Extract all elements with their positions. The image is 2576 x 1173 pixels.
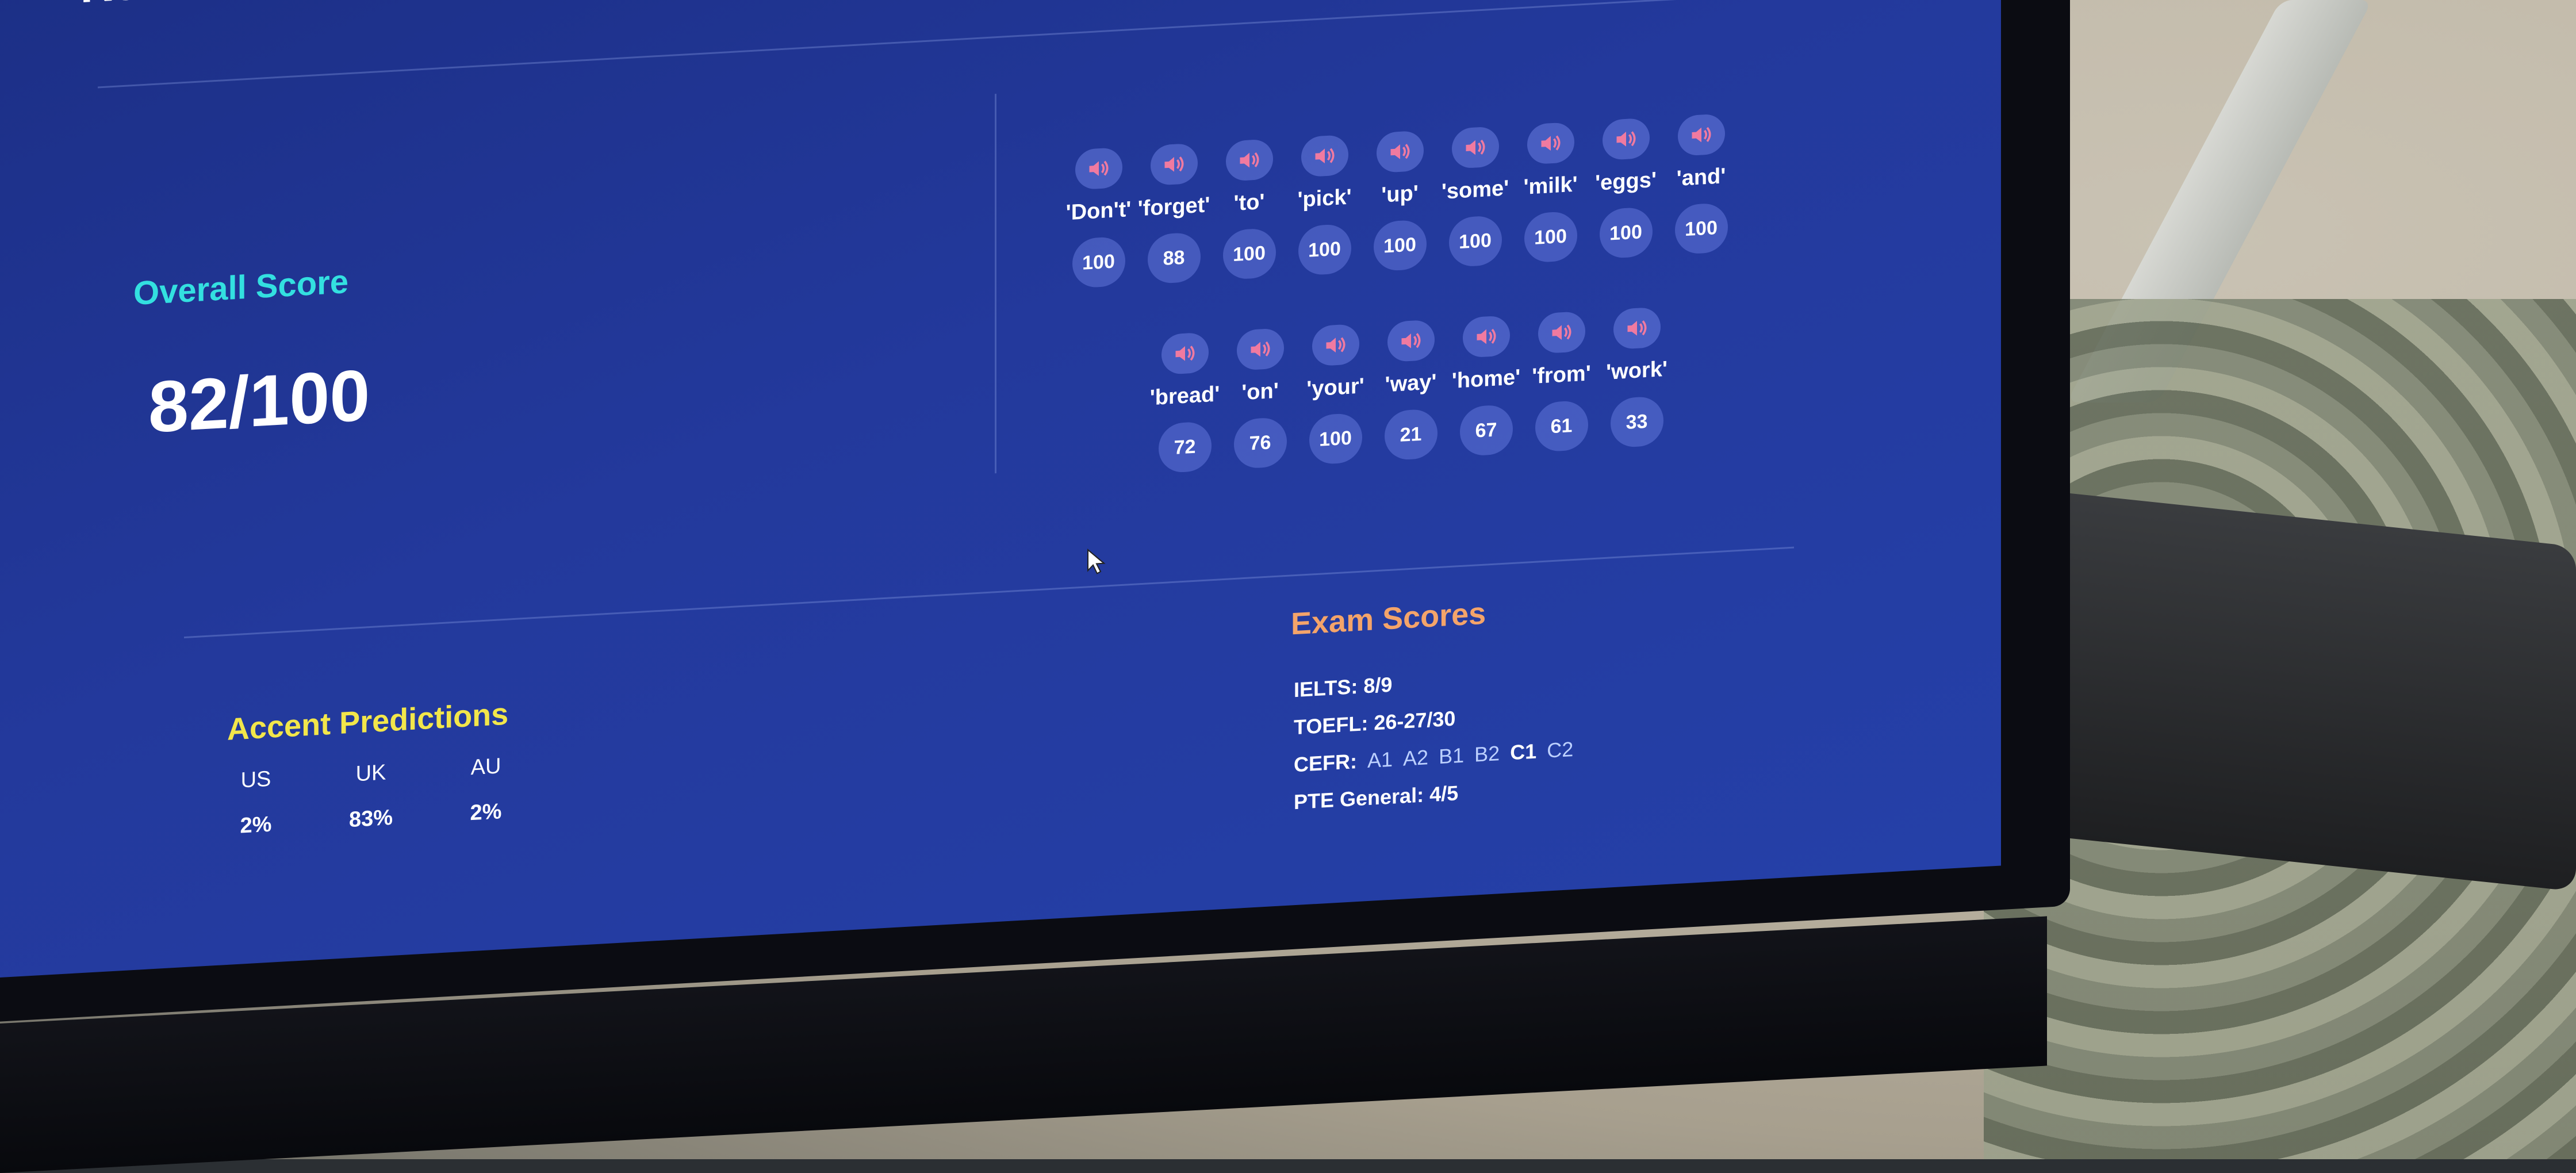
word-label: 'pick' bbox=[1297, 185, 1352, 212]
word-item: 'some' 100 bbox=[1438, 125, 1513, 268]
word-item: 'Don't' 100 bbox=[1061, 147, 1136, 289]
vertical-divider bbox=[995, 94, 996, 474]
accent-percentage: 83% bbox=[348, 805, 393, 833]
overall-score-value: 82/100 bbox=[148, 354, 370, 448]
word-item: 'work' 33 bbox=[1599, 306, 1674, 448]
word-item: 'your' 100 bbox=[1298, 323, 1373, 465]
accent-column: UK 83% bbox=[348, 760, 393, 833]
word-label: 'from' bbox=[1532, 361, 1591, 389]
word-score-badge: 61 bbox=[1535, 400, 1588, 453]
page-title: Results bbox=[80, 0, 247, 13]
word-scores-row-2: 'bread' 72'on' 76'your' 100'way' 21'home' 67 '… bbox=[1147, 306, 1674, 474]
word-item: 'from' 61 bbox=[1524, 310, 1599, 453]
speaker-icon[interactable] bbox=[1312, 323, 1359, 367]
accent-label: AU bbox=[470, 754, 501, 780]
cefr-level: A1 bbox=[1367, 747, 1393, 773]
word-label: 'forget' bbox=[1137, 193, 1210, 221]
word-score-badge: 33 bbox=[1610, 396, 1663, 448]
word-label: 'to' bbox=[1233, 190, 1265, 216]
word-item: 'on' 76 bbox=[1222, 327, 1298, 470]
word-item: 'milk' 100 bbox=[1513, 121, 1588, 264]
word-label: 'work' bbox=[1606, 356, 1667, 385]
word-score-badge: 72 bbox=[1158, 421, 1212, 474]
exam-ielts: IELTS: 8/9 bbox=[1294, 672, 1393, 702]
word-score-badge: 100 bbox=[1674, 202, 1728, 255]
word-item: 'and' 100 bbox=[1663, 113, 1739, 255]
word-label: 'up' bbox=[1381, 181, 1419, 208]
word-label: 'on' bbox=[1241, 378, 1279, 405]
speaker-icon[interactable] bbox=[1150, 143, 1198, 186]
cefr-level: B1 bbox=[1439, 743, 1465, 769]
cefr-level: A2 bbox=[1403, 745, 1429, 770]
word-score-badge: 100 bbox=[1448, 214, 1502, 268]
word-score-badge: 76 bbox=[1233, 416, 1287, 470]
cefr-level: C1 bbox=[1510, 739, 1537, 765]
speaker-icon[interactable] bbox=[1387, 319, 1435, 363]
accent-percentage: 2% bbox=[240, 812, 272, 838]
results-screen: Results Overall Score 82/100 'Don't'100'… bbox=[0, 0, 2001, 978]
accent-label: US bbox=[240, 766, 271, 793]
word-score-badge: 100 bbox=[1222, 227, 1276, 281]
divider-middle bbox=[184, 546, 1794, 639]
divider-top bbox=[98, 0, 1817, 89]
word-label: 'way' bbox=[1385, 370, 1437, 397]
accent-predictions-table: US 2% UK 83% AU 2% bbox=[236, 754, 506, 839]
word-item: 'pick' 100 bbox=[1287, 134, 1362, 277]
cefr-levels: A1 A2 B1 B2 C1 C2 bbox=[1357, 737, 1573, 773]
cefr-label: CEFR: bbox=[1294, 749, 1357, 777]
word-item: 'way' 21 bbox=[1373, 319, 1448, 461]
speaker-icon[interactable] bbox=[1161, 332, 1209, 375]
accent-label: UK bbox=[355, 760, 386, 787]
speaker-icon[interactable] bbox=[1527, 121, 1574, 165]
speaker-icon[interactable] bbox=[1462, 315, 1510, 358]
overall-score-label: Overall Score bbox=[133, 263, 348, 313]
word-score-badge: 67 bbox=[1459, 404, 1513, 457]
word-score-badge: 100 bbox=[1599, 206, 1653, 259]
word-item: 'eggs' 100 bbox=[1588, 117, 1663, 259]
word-label: 'milk' bbox=[1523, 172, 1578, 200]
word-label: 'some' bbox=[1441, 176, 1509, 204]
word-score-badge: 100 bbox=[1524, 210, 1577, 263]
background-device bbox=[2024, 488, 2576, 892]
speaker-icon[interactable] bbox=[1538, 310, 1585, 354]
accent-percentage: 2% bbox=[470, 799, 502, 826]
cefr-level: C2 bbox=[1547, 737, 1574, 762]
speaker-icon[interactable] bbox=[1301, 134, 1348, 178]
word-label: 'home' bbox=[1451, 365, 1521, 393]
accent-predictions-title: Accent Predictions bbox=[227, 696, 509, 747]
word-score-badge: 100 bbox=[1298, 223, 1351, 276]
word-item: 'home' 67 bbox=[1448, 315, 1524, 457]
exam-pte: PTE General: 4/5 bbox=[1294, 781, 1459, 814]
word-item: 'up' 100 bbox=[1362, 129, 1438, 272]
accent-column: AU 2% bbox=[466, 754, 506, 826]
word-label: 'Don't' bbox=[1065, 197, 1132, 225]
speaker-icon[interactable] bbox=[1075, 147, 1122, 190]
word-label: 'and' bbox=[1676, 164, 1726, 191]
exam-scores-title: Exam Scores bbox=[1291, 596, 1486, 642]
speaker-icon[interactable] bbox=[1451, 126, 1499, 169]
exam-toefl: TOEFL: 26-27/30 bbox=[1294, 706, 1456, 739]
accent-column: US 2% bbox=[236, 766, 276, 839]
word-score-badge: 100 bbox=[1309, 412, 1362, 465]
word-label: 'eggs' bbox=[1595, 167, 1657, 195]
speaker-icon[interactable] bbox=[1225, 139, 1273, 182]
speaker-icon[interactable] bbox=[1602, 117, 1650, 161]
word-score-badge: 100 bbox=[1072, 236, 1125, 289]
word-label: 'your' bbox=[1306, 374, 1364, 401]
word-item: 'bread' 72 bbox=[1147, 331, 1222, 474]
speaker-icon[interactable] bbox=[1677, 113, 1725, 156]
word-score-badge: 21 bbox=[1384, 408, 1438, 461]
speaker-icon[interactable] bbox=[1613, 306, 1661, 350]
speaker-icon[interactable] bbox=[1376, 130, 1424, 174]
word-label: 'bread' bbox=[1149, 382, 1220, 411]
cefr-level: B2 bbox=[1474, 741, 1500, 766]
exam-cefr: CEFR: A1 A2 B1 B2 C1 C2 bbox=[1294, 737, 1573, 777]
word-score-badge: 88 bbox=[1147, 232, 1201, 285]
word-scores-row-1: 'Don't' 100'forget' 88'to' 100'pick' 100'up'… bbox=[1061, 113, 1739, 289]
speaker-icon[interactable] bbox=[1236, 328, 1284, 371]
word-item: 'forget' 88 bbox=[1136, 142, 1212, 285]
cursor-icon bbox=[1087, 547, 1107, 578]
word-item: 'to' 100 bbox=[1212, 138, 1287, 281]
word-score-badge: 100 bbox=[1373, 219, 1427, 272]
